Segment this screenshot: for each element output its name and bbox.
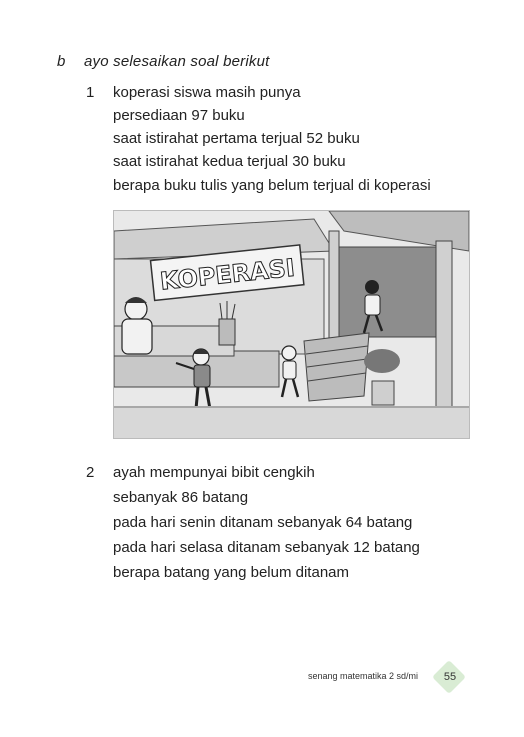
- problem-1-line: saat istirahat kedua terjual 30 buku: [113, 153, 346, 170]
- problem-2-number: 2: [86, 464, 95, 481]
- problem-1-line: persediaan 97 buku: [113, 107, 245, 124]
- problem-2-line: sebanyak 86 batang: [113, 489, 249, 506]
- koperasi-illustration: KOPERASI: [113, 210, 470, 439]
- page-number-badge: 55: [432, 660, 466, 694]
- problem-2-line: pada hari selasa ditanam sebanyak 12 bat…: [113, 539, 420, 556]
- problem-2-line: pada hari senin ditanam sebanyak 64 bata…: [113, 514, 413, 531]
- problem-2-line: berapa batang yang belum ditanam: [113, 564, 350, 581]
- footer-book-title: senang matematika 2 sd/mi: [308, 671, 419, 681]
- problem-1-number: 1: [86, 84, 95, 101]
- problem-1-line: saat istirahat pertama terjual 52 buku: [113, 130, 360, 147]
- section-letter: b: [57, 53, 66, 70]
- problem-1-line: berapa buku tulis yang belum terjual di …: [113, 177, 431, 194]
- section-title: ayo selesaikan soal berikut: [84, 53, 270, 70]
- problem-2-line: ayah mempunyai bibit cengkih: [113, 464, 315, 481]
- page-number: 55: [443, 671, 457, 683]
- problem-1-line: koperasi siswa masih punya: [113, 84, 301, 101]
